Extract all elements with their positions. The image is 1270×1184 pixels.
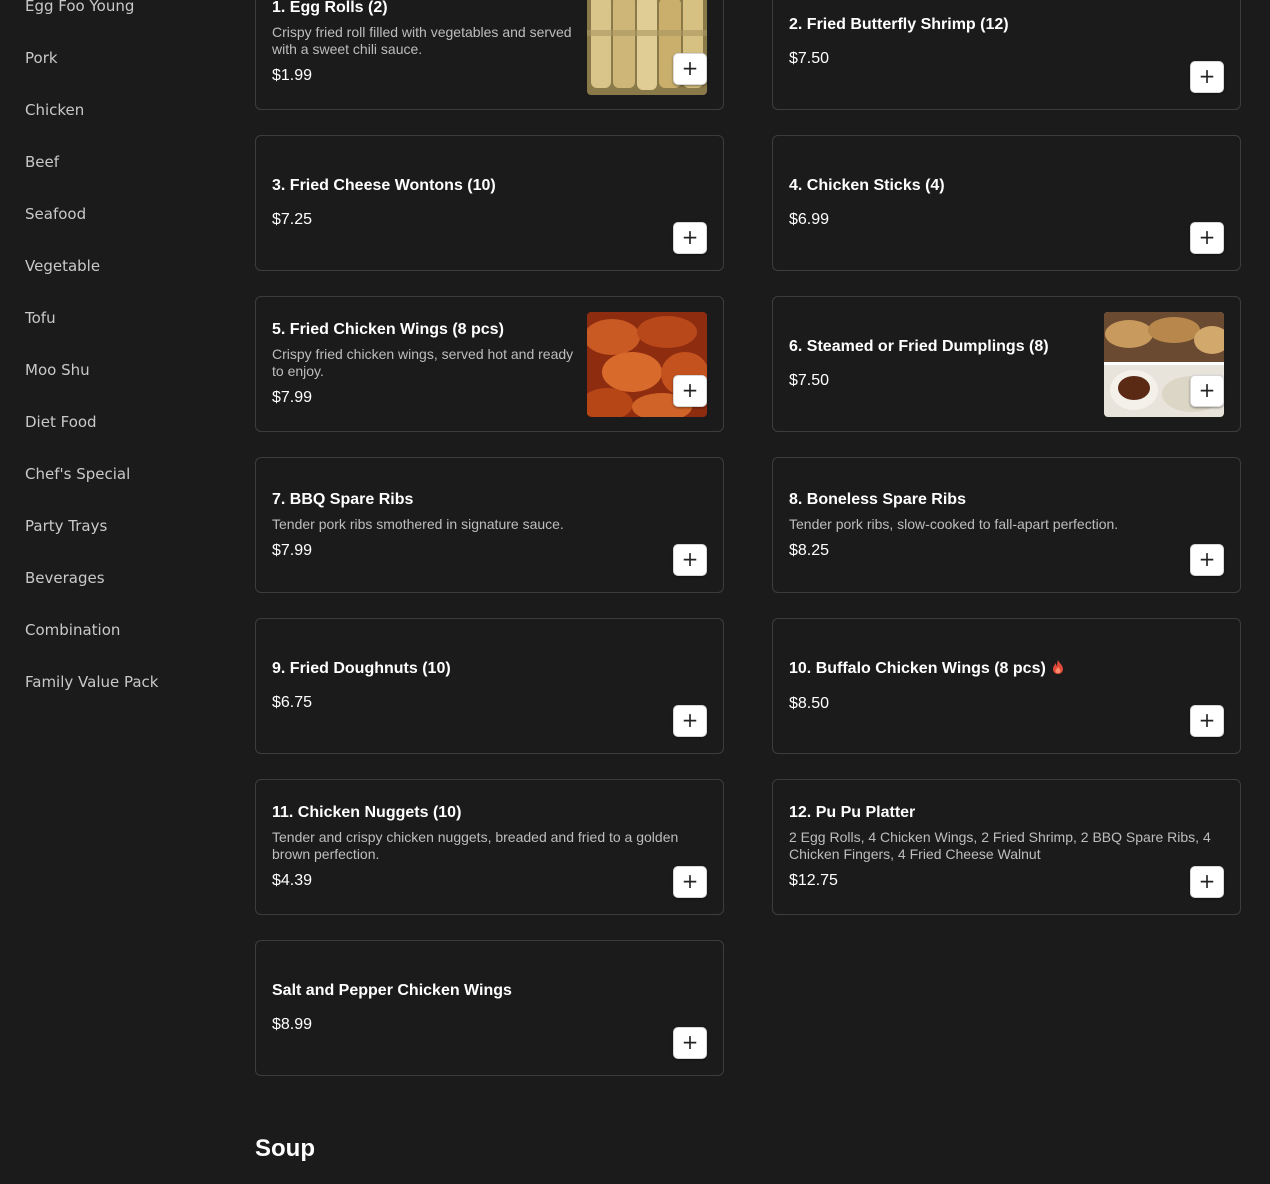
menu-item-title: 5. Fried Chicken Wings (8 pcs) [272, 321, 504, 338]
menu-item-title: 4. Chicken Sticks (4) [789, 177, 945, 194]
sidebar-item-egg-foo-young[interactable]: Egg Foo Young [0, 0, 230, 32]
category-sidebar: Egg Foo Young Pork Chicken Beef Seafood … [0, 0, 230, 708]
menu-item-price: $7.99 [272, 389, 313, 406]
add-to-cart-button[interactable]: + [673, 222, 707, 254]
section-heading-soup: Soup [255, 1135, 315, 1162]
add-to-cart-button[interactable]: + [1190, 222, 1224, 254]
add-to-cart-button[interactable]: + [673, 866, 707, 898]
menu-item-info: 9. Fried Doughnuts (10) $6.75 [272, 659, 707, 713]
menu-item-info: 10. Buffalo Chicken Wings (8 pcs) $8.50 [789, 659, 1224, 714]
menu-item-title: 2. Fried Butterfly Shrimp (12) [789, 16, 1009, 33]
menu-item-description: 2 Egg Rolls, 4 Chicken Wings, 2 Fried Sh… [789, 829, 1211, 862]
menu-page: Egg Foo Young Pork Chicken Beef Seafood … [0, 0, 1270, 1184]
spicy-fire-icon [1052, 659, 1064, 680]
sidebar-item-chefs-special[interactable]: Chef's Special [0, 448, 230, 500]
add-to-cart-button[interactable]: + [673, 1027, 707, 1059]
menu-item-info: 1. Egg Rolls (2) Crispy fried roll fille… [272, 0, 587, 86]
menu-item-title: 3. Fried Cheese Wontons (10) [272, 177, 496, 194]
menu-item-card[interactable]: 10. Buffalo Chicken Wings (8 pcs) $8.50 … [772, 618, 1241, 754]
menu-item-title: 10. Buffalo Chicken Wings (8 pcs) [789, 659, 1046, 677]
sidebar-item-party-trays[interactable]: Party Trays [0, 500, 230, 552]
menu-item-info: 5. Fried Chicken Wings (8 pcs) Crispy fr… [272, 320, 587, 408]
menu-item-price: $1.99 [272, 67, 313, 84]
menu-item-title: 7. BBQ Spare Ribs [272, 490, 414, 508]
menu-item-price: $12.75 [789, 872, 838, 889]
menu-item-info: 11. Chicken Nuggets (10) Tender and cris… [272, 803, 707, 891]
menu-item-price: $7.99 [272, 541, 313, 559]
menu-item-info: 7. BBQ Spare Ribs Tender pork ribs smoth… [272, 490, 707, 561]
menu-item-title: 6. Steamed or Fried Dumplings (8) [789, 338, 1049, 355]
add-to-cart-button[interactable]: + [1190, 61, 1224, 93]
menu-item-card[interactable]: 5. Fried Chicken Wings (8 pcs) Crispy fr… [255, 296, 724, 432]
menu-item-info: Salt and Pepper Chicken Wings $8.99 [272, 981, 707, 1035]
menu-item-description: Tender pork ribs smothered in signature … [272, 515, 564, 532]
menu-item-info: 6. Steamed or Fried Dumplings (8) $7.50 [789, 337, 1104, 391]
menu-item-title: Salt and Pepper Chicken Wings [272, 982, 512, 999]
menu-item-card[interactable]: 2. Fried Butterfly Shrimp (12) $7.50 + [772, 0, 1241, 110]
menu-item-price: $8.50 [789, 694, 830, 712]
add-to-cart-button[interactable]: + [673, 544, 707, 576]
menu-item-price: $6.75 [272, 694, 313, 711]
menu-item-title: 9. Fried Doughnuts (10) [272, 660, 451, 677]
menu-item-card[interactable]: 8. Boneless Spare Ribs Tender pork ribs,… [772, 457, 1241, 593]
add-to-cart-button[interactable]: + [1190, 866, 1224, 898]
add-to-cart-button[interactable]: + [673, 705, 707, 737]
sidebar-item-diet-food[interactable]: Diet Food [0, 396, 230, 448]
menu-item-title: 11. Chicken Nuggets (10) [272, 804, 462, 821]
menu-item-description: Crispy fried chicken wings, served hot a… [272, 346, 574, 379]
menu-item-price: $7.50 [789, 372, 830, 389]
menu-item-price: $8.25 [789, 541, 830, 559]
sidebar-item-vegetable[interactable]: Vegetable [0, 240, 230, 292]
sidebar-item-beverages[interactable]: Beverages [0, 552, 230, 604]
menu-item-info: 8. Boneless Spare Ribs Tender pork ribs,… [789, 490, 1224, 561]
menu-item-info: 2. Fried Butterfly Shrimp (12) $7.50 [789, 15, 1224, 69]
menu-item-description: Tender pork ribs, slow-cooked to fall-ap… [789, 515, 1119, 532]
sidebar-item-moo-shu[interactable]: Moo Shu [0, 344, 230, 396]
menu-item-info: 12. Pu Pu Platter 2 Egg Rolls, 4 Chicken… [789, 803, 1224, 891]
menu-item-info: 4. Chicken Sticks (4) $6.99 [789, 176, 1224, 230]
menu-item-info: 3. Fried Cheese Wontons (10) $7.25 [272, 176, 707, 230]
menu-item-price: $6.99 [789, 211, 830, 228]
sidebar-item-beef[interactable]: Beef [0, 136, 230, 188]
sidebar-item-chicken[interactable]: Chicken [0, 84, 230, 136]
menu-item-card[interactable]: 9. Fried Doughnuts (10) $6.75 + [255, 618, 724, 754]
menu-item-card[interactable]: 4. Chicken Sticks (4) $6.99 + [772, 135, 1241, 271]
menu-item-description: Crispy fried roll filled with vegetables… [272, 24, 572, 57]
add-to-cart-button[interactable]: + [1190, 705, 1224, 737]
menu-item-card[interactable]: 7. BBQ Spare Ribs Tender pork ribs smoth… [255, 457, 724, 593]
sidebar-item-family-value-pack[interactable]: Family Value Pack [0, 656, 230, 708]
menu-item-card[interactable]: Salt and Pepper Chicken Wings $8.99 + [255, 940, 724, 1076]
menu-item-title: 12. Pu Pu Platter [789, 804, 916, 821]
menu-item-title: 8. Boneless Spare Ribs [789, 490, 966, 508]
menu-item-description: Tender and crispy chicken nuggets, bread… [272, 829, 679, 862]
menu-item-card[interactable]: 3. Fried Cheese Wontons (10) $7.25 + [255, 135, 724, 271]
menu-grid: 1. Egg Rolls (2) Crispy fried roll fille… [255, 0, 1241, 1076]
add-to-cart-button[interactable]: + [673, 53, 707, 85]
sidebar-item-combination[interactable]: Combination [0, 604, 230, 656]
menu-item-card[interactable]: 11. Chicken Nuggets (10) Tender and cris… [255, 779, 724, 915]
menu-item-card[interactable]: 6. Steamed or Fried Dumplings (8) $7.50 … [772, 296, 1241, 432]
menu-item-card[interactable]: 12. Pu Pu Platter 2 Egg Rolls, 4 Chicken… [772, 779, 1241, 915]
menu-item-price: $7.25 [272, 211, 313, 228]
sidebar-item-tofu[interactable]: Tofu [0, 292, 230, 344]
add-to-cart-button[interactable]: + [673, 375, 707, 407]
menu-item-title-row: 10. Buffalo Chicken Wings (8 pcs) [789, 659, 1212, 680]
menu-item-price: $4.39 [272, 872, 313, 889]
menu-item-card[interactable]: 1. Egg Rolls (2) Crispy fried roll fille… [255, 0, 724, 110]
add-to-cart-button[interactable]: + [1190, 544, 1224, 576]
menu-item-price: $8.99 [272, 1016, 313, 1033]
menu-item-price: $7.50 [789, 50, 830, 67]
sidebar-item-seafood[interactable]: Seafood [0, 188, 230, 240]
menu-item-title: 1. Egg Rolls (2) [272, 0, 388, 16]
sidebar-item-pork[interactable]: Pork [0, 32, 230, 84]
add-to-cart-button[interactable]: + [1190, 375, 1224, 407]
